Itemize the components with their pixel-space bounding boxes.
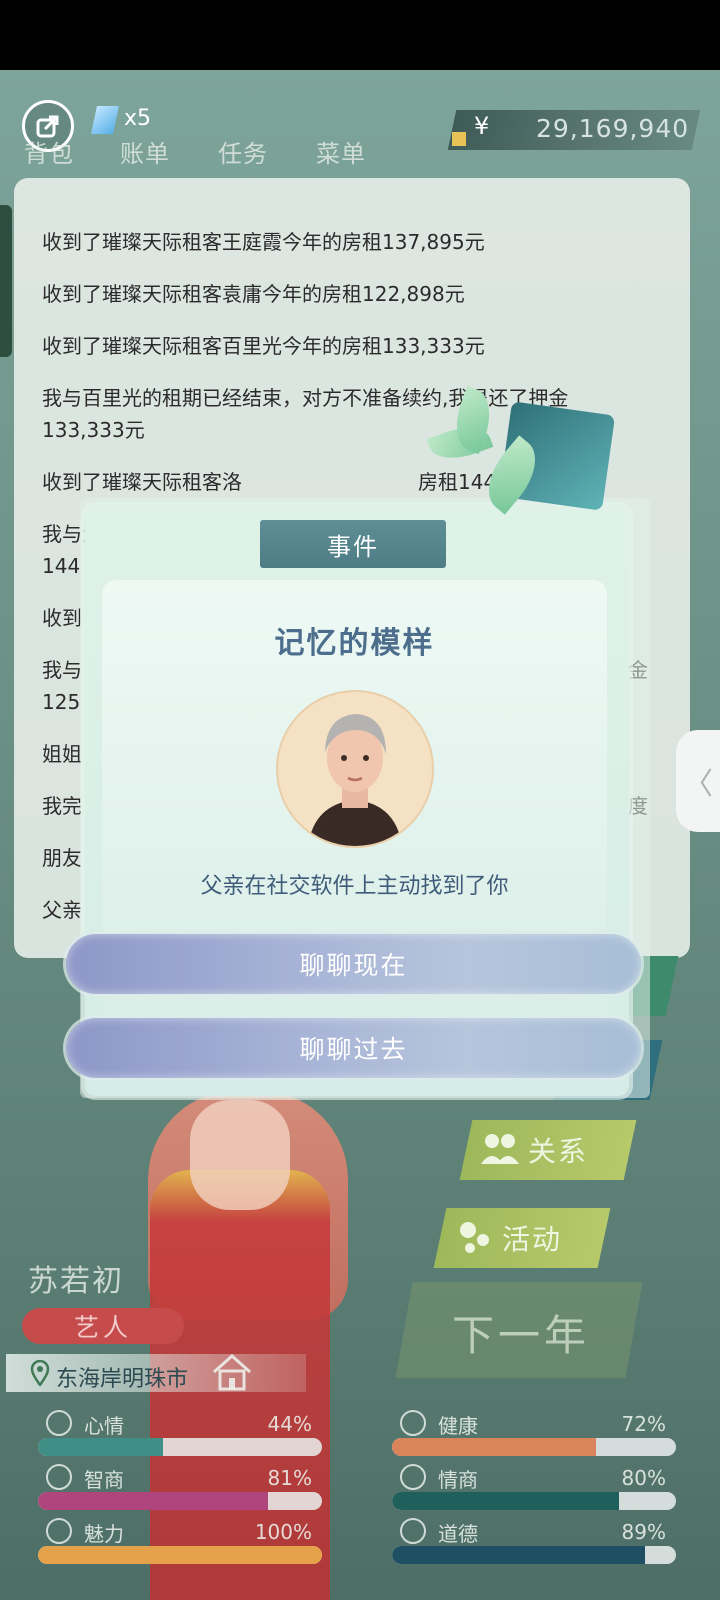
- nav-tasks[interactable]: 任务: [218, 134, 268, 169]
- stat-percent: 89%: [621, 1520, 666, 1544]
- coin-icon: [452, 132, 466, 146]
- stat-label: 情商: [438, 1468, 478, 1492]
- portrait-image: [308, 714, 402, 846]
- choice-talk-present-button[interactable]: 聊聊现在: [66, 934, 641, 994]
- stat-bar-fill: [392, 1546, 645, 1564]
- location-pin-icon: [30, 1359, 50, 1388]
- side-panel-toggle[interactable]: 〈: [676, 730, 720, 832]
- stat-label: 心情: [84, 1414, 124, 1438]
- stat-label: 魅力: [84, 1522, 124, 1546]
- stat-label: 健康: [438, 1414, 478, 1438]
- character-job-badge: 艺人: [22, 1308, 184, 1344]
- event-title: 记忆的模样: [274, 626, 435, 661]
- money-amount: 29,169,940: [536, 114, 690, 143]
- stat-bar: [392, 1492, 676, 1510]
- stat-label: 道德: [438, 1522, 478, 1546]
- stat-bar-fill: [38, 1492, 269, 1510]
- currency-symbol: ¥: [474, 112, 490, 140]
- chevron-left-icon: 〈: [683, 767, 713, 802]
- diamond-count: x5: [124, 106, 152, 131]
- smile-icon: [46, 1410, 72, 1436]
- home-icon[interactable]: [210, 1352, 254, 1392]
- log-line: 收到了璀璨天际租客袁庸今年的房租122,898元: [42, 282, 465, 306]
- sparkle-icon: [46, 1518, 72, 1544]
- stat-bar-fill: [38, 1438, 163, 1456]
- status-bar: [0, 0, 720, 70]
- log-line: 收到了璀璨天际租客洛: [42, 470, 242, 494]
- people-icon: [480, 1130, 520, 1168]
- next-year-label: 下一年: [452, 1311, 591, 1360]
- stat-bar-fill: [392, 1492, 620, 1510]
- character-face: [190, 1100, 290, 1210]
- stat-bar: [392, 1438, 676, 1456]
- stat-bar: [38, 1546, 322, 1564]
- relations-label: 关系: [528, 1135, 589, 1168]
- log-line: 收到了璀璨天际租客百里光今年的房租133,333元: [42, 334, 485, 358]
- heart-icon: [400, 1410, 426, 1436]
- father-avatar: [276, 690, 434, 848]
- stat-bar-fill: [392, 1438, 597, 1456]
- left-edge-handle[interactable]: [0, 205, 12, 357]
- nav-bills[interactable]: 账单: [120, 134, 170, 169]
- nav-bag[interactable]: 背包: [24, 134, 74, 169]
- stat-percent: 44%: [267, 1412, 312, 1436]
- stat-label: 智商: [84, 1468, 124, 1492]
- scale-icon: [400, 1518, 426, 1544]
- location-text: 东海岸明珠市: [56, 1367, 189, 1392]
- event-tag: 事件: [260, 520, 446, 568]
- stat-bar: [392, 1546, 676, 1564]
- stat-percent: 80%: [621, 1466, 666, 1490]
- bulb-icon: [46, 1464, 72, 1490]
- stat-percent: 81%: [267, 1466, 312, 1490]
- event-description: 父亲在社交软件上主动找到了你: [200, 874, 509, 899]
- apple-icon: [400, 1464, 426, 1490]
- bubbles-icon: [456, 1218, 496, 1256]
- log-line: 收到了璀璨天际租客王庭霞今年的房租137,895元: [42, 230, 485, 254]
- stat-percent: 100%: [254, 1520, 312, 1544]
- stat-bar-fill: [38, 1546, 322, 1564]
- stat-percent: 72%: [621, 1412, 666, 1436]
- stat-bar: [38, 1492, 322, 1510]
- activity-label: 活动: [502, 1223, 563, 1256]
- nav-menu[interactable]: 菜单: [316, 134, 366, 169]
- character-name: 苏若初: [28, 1264, 124, 1299]
- choice-talk-past-button[interactable]: 聊聊过去: [66, 1018, 641, 1078]
- stat-bar: [38, 1438, 322, 1456]
